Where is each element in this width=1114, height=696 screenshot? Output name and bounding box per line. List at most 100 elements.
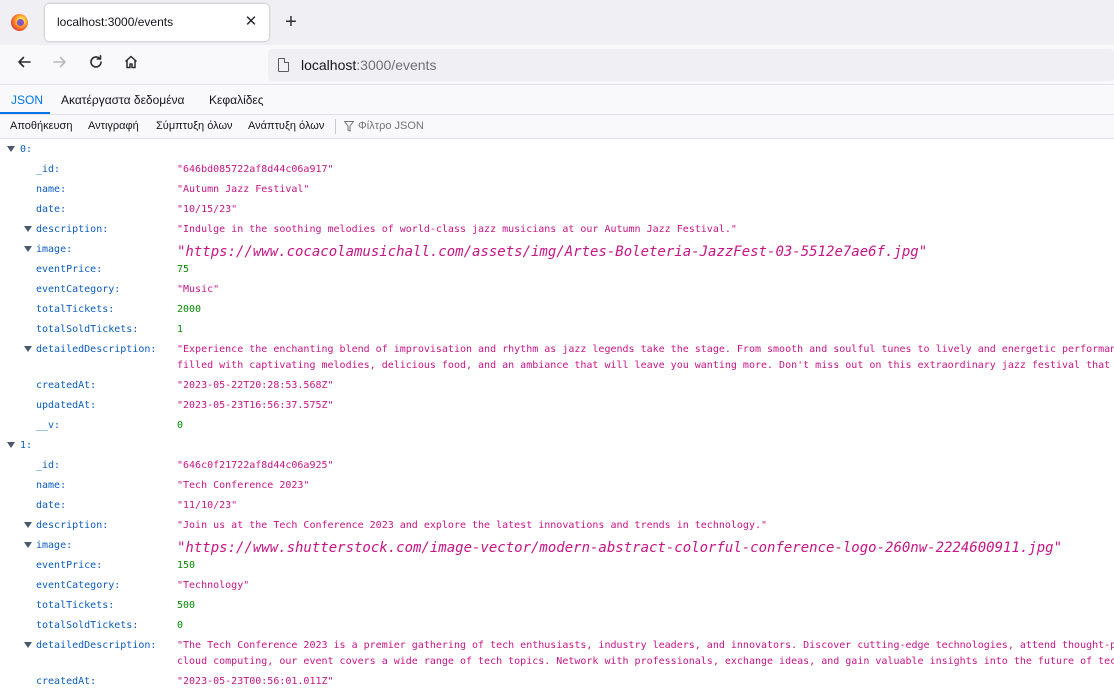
value-total-tickets: 2000 [177,304,202,315]
value-image-link[interactable]: "https://www.cocacolamusichall.com/asset… [177,244,927,260]
url-text[interactable]: localhost:3000/events [301,57,436,73]
navigation-bar: localhost:3000/events [0,45,1114,85]
forward-arrow-icon[interactable] [49,54,71,76]
browser-tab[interactable]: localhost:3000/events ✕ [45,4,269,41]
tree-row[interactable]: name: "Autumn Jazz Festival" [0,180,1114,200]
tree-row-event-0[interactable]: 0: [0,140,1114,160]
value-total-sold-tickets: 0 [177,620,184,631]
key-image: image: [36,540,73,551]
tree-row[interactable]: eventPrice: 150 [0,556,1114,576]
tree-row[interactable]: createdAt: "2023-05-23T00:56:01.011Z" [0,672,1114,692]
expand-toggle-icon[interactable] [24,246,32,252]
value-event-category: "Music" [177,284,220,295]
value-version: 0 [177,420,184,431]
key-event-price: eventPrice: [36,264,103,275]
value-name: "Autumn Jazz Festival" [177,184,310,195]
tree-row[interactable]: updatedAt: "2023-05-23T16:56:37.575Z" [0,396,1114,416]
key-description: description: [36,224,109,235]
key-id: _id: [36,460,61,471]
expand-toggle-icon[interactable] [24,542,32,548]
tree-row[interactable]: eventCategory: "Music" [0,280,1114,300]
save-button[interactable]: Αποθήκευση [10,120,72,132]
value-description: "Join us at the Tech Conference 2023 and… [177,520,768,531]
tree-row[interactable]: eventCategory: "Technology" [0,576,1114,596]
reload-icon[interactable] [85,54,107,76]
expand-toggle-icon[interactable] [24,642,32,648]
value-updated-at: "2023-05-23T16:56:37.575Z" [177,400,334,411]
key-created-at: createdAt: [36,380,97,391]
key-event-category: eventCategory: [36,284,121,295]
value-total-sold-tickets: 1 [177,324,184,335]
value-detailed-description: "Experience the enchanting blend of impr… [177,342,1114,374]
tree-row[interactable]: __v: 0 [0,416,1114,436]
value-event-category: "Technology" [177,580,250,591]
array-index: 0: [20,144,33,155]
tree-row[interactable]: eventPrice: 75 [0,260,1114,280]
array-index: 1: [20,440,33,451]
tab-json[interactable]: JSON [11,93,43,107]
key-name: name: [36,480,67,491]
expand-toggle-icon[interactable] [7,442,15,448]
key-total-sold-tickets: totalSoldTickets: [36,324,139,335]
key-created-at: createdAt: [36,676,97,687]
toolbar-divider [335,119,336,134]
tree-row[interactable]: totalSoldTickets: 1 [0,320,1114,340]
key-image: image: [36,244,73,255]
key-detailed-description: detailedDescription: [36,640,157,651]
home-icon[interactable] [120,54,142,76]
detailed-description-line: "The Tech Conference 2023 is a premier g… [177,640,1114,651]
tree-row[interactable]: totalTickets: 2000 [0,300,1114,320]
tree-row[interactable]: name: "Tech Conference 2023" [0,476,1114,496]
page-icon [278,58,289,72]
detailed-description-line: "Experience the enchanting blend of impr… [177,344,1114,355]
tree-row[interactable]: _id: "646c0f21722af8d44c06a925" [0,456,1114,476]
value-detailed-description: "The Tech Conference 2023 is a premier g… [177,638,1114,670]
tree-row[interactable]: date: "11/10/23" [0,496,1114,516]
value-event-price: 150 [177,560,196,571]
value-image-link[interactable]: "https://www.shutterstock.com/image-vect… [177,540,1062,556]
expand-toggle-icon[interactable] [24,522,32,528]
tree-row[interactable]: description: "Indulge in the soothing me… [0,220,1114,240]
expand-all-button[interactable]: Ανάπτυξη όλων [248,120,324,132]
expand-toggle-icon[interactable] [24,226,32,232]
new-tab-button[interactable]: + [280,11,302,33]
expand-toggle-icon[interactable] [7,146,15,152]
tree-row[interactable]: createdAt: "2023-05-22T20:28:53.568Z" [0,376,1114,396]
tree-row[interactable]: image: "https://www.cocacolamusichall.co… [0,240,1114,260]
tree-row[interactable]: image: "https://www.shutterstock.com/ima… [0,536,1114,556]
key-total-tickets: totalTickets: [36,304,115,315]
value-id: "646bd085722af8d44c06a917" [177,164,334,175]
url-bar[interactable]: localhost:3000/events [268,49,1114,81]
key-date: date: [36,204,67,215]
tab-title: localhost:3000/events [57,15,174,29]
tree-row[interactable]: totalTickets: 500 [0,596,1114,616]
tree-row[interactable]: totalSoldTickets: 0 [0,616,1114,636]
url-host: localhost [301,57,357,73]
collapse-all-button[interactable]: Σύμπτυξη όλων [156,120,233,132]
key-total-tickets: totalTickets: [36,600,115,611]
url-path: :3000/events [356,57,437,73]
tree-row[interactable]: detailedDescription: "Experience the enc… [0,340,1114,376]
expand-toggle-icon[interactable] [24,346,32,352]
key-description: description: [36,520,109,531]
value-date: "10/15/23" [177,204,238,215]
tab-raw-data[interactable]: Ακατέργαστα δεδομένα [61,93,184,107]
filter-json-input[interactable]: Φίλτρο JSON [358,120,424,132]
tree-row-event-1[interactable]: 1: [0,436,1114,456]
tab-headers[interactable]: Κεφαλίδες [209,93,264,107]
close-icon[interactable]: ✕ [241,12,261,32]
firefox-icon[interactable] [11,14,28,31]
tree-row[interactable]: detailedDescription: "The Tech Conferenc… [0,636,1114,672]
key-updated-at: updatedAt: [36,400,97,411]
key-detailed-description: detailedDescription: [36,344,157,355]
key-version: __v: [36,420,61,431]
copy-button[interactable]: Αντιγραφή [88,120,139,132]
tree-row[interactable]: _id: "646bd085722af8d44c06a917" [0,160,1114,180]
tree-row[interactable]: date: "10/15/23" [0,200,1114,220]
detailed-description-line: filled with captivating melodies, delici… [177,360,1114,371]
value-total-tickets: 500 [177,600,196,611]
key-id: _id: [36,164,61,175]
key-event-category: eventCategory: [36,580,121,591]
tree-row[interactable]: description: "Join us at the Tech Confer… [0,516,1114,536]
back-arrow-icon[interactable] [13,54,35,76]
